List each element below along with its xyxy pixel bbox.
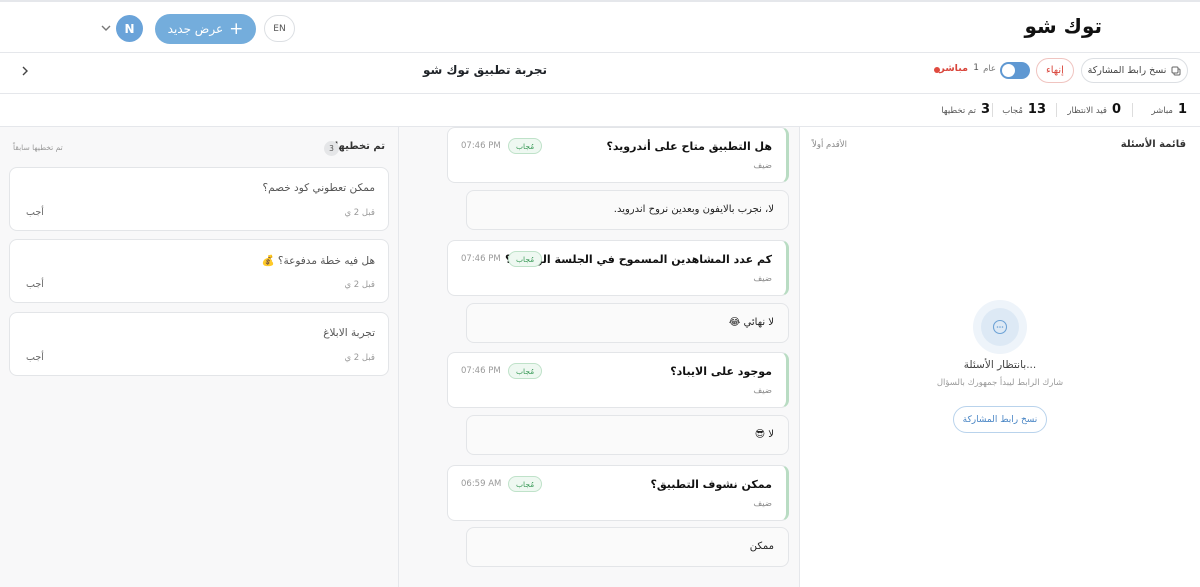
divider — [992, 103, 993, 117]
new-show-label: عرض جديد — [167, 22, 224, 36]
questions-queue-panel: قائمة الأسئلة الأقدم أولاً بانتظار الأسئ… — [799, 127, 1200, 587]
question-time: 06:59 AM — [461, 479, 502, 489]
divider — [1132, 103, 1133, 117]
answered-question-card[interactable]: كم عدد المشاهدين المسموح في الجلسة الواح… — [447, 240, 789, 296]
chevron-down-icon[interactable] — [99, 21, 113, 35]
question-author: ضيف — [753, 161, 772, 171]
copy-share-link-label: نسخ رابط المشاركة — [1087, 65, 1167, 76]
stats-bar: 1 مباشر 0 قيد الانتظار 13 مُجاب 3 تم تخط… — [0, 94, 1200, 127]
skipped-question-card: تجربة الابلاغ قبل 2 ي أجب — [9, 312, 389, 376]
answer-text: ممكن — [749, 541, 774, 552]
divider — [1056, 103, 1057, 117]
toggle-knob — [1002, 64, 1015, 77]
stat-value: 0 — [1111, 102, 1121, 117]
skipped-title: تم تخطيها — [334, 141, 385, 152]
answer-card: لا 😎 — [466, 415, 789, 455]
stat-label: مباشر — [1151, 106, 1173, 116]
show-toolbar: تجربة تطبيق توك شو نسخ رابط المشاركة إنه… — [0, 53, 1200, 94]
skipped-count-badge: 3 — [324, 141, 339, 156]
stat-value: 1 — [1177, 102, 1187, 117]
answered-question-card[interactable]: ممكن نشوف التطبيق؟ ضيف مُجاب 06:59 AM — [447, 465, 789, 521]
skipped-question-text: ممكن تعطوني كود خصم؟ — [262, 182, 375, 194]
answer-text: لا 😎 — [754, 429, 774, 440]
stat-value: 3 — [980, 102, 990, 117]
stat-label: قيد الانتظار — [1067, 106, 1107, 116]
top-bar: توك شو N + عرض جديد EN — [0, 0, 1200, 53]
plus-icon: + — [229, 18, 244, 39]
answer-card: ممكن — [466, 527, 789, 567]
avatar[interactable]: N — [116, 15, 143, 42]
answer-card: لا نهائي 😂 — [466, 303, 789, 343]
end-show-button[interactable]: إنهاء — [1036, 58, 1074, 83]
question-author: ضيف — [753, 499, 772, 509]
stat-value: 13 — [1027, 102, 1046, 117]
live-count: 1 — [973, 63, 979, 73]
empty-state-title: بانتظار الأسئلة... — [963, 359, 1037, 371]
question-author: ضيف — [753, 274, 772, 284]
answer-skipped-button[interactable]: أجب — [26, 207, 44, 218]
public-label: عام — [983, 64, 996, 74]
live-label: مباشر — [939, 63, 968, 74]
queue-title: قائمة الأسئلة — [1120, 139, 1186, 150]
answered-badge: مُجاب — [508, 251, 543, 267]
question-text: موجود على الايباد؟ — [670, 365, 772, 378]
language-toggle-button[interactable]: EN — [264, 15, 295, 42]
question-time: 07:46 PM — [461, 254, 501, 264]
empty-state-badge-inner — [981, 308, 1019, 346]
skipped-question-card: ممكن تعطوني كود خصم؟ قبل 2 ي أجب — [9, 167, 389, 231]
skipped-previously-label: تم تخطيها سابقاً — [13, 143, 63, 152]
copy-share-link-button[interactable]: نسخ رابط المشاركة — [1081, 58, 1188, 83]
stat-pending: 0 قيد الانتظار — [1067, 102, 1121, 117]
skipped-question-time: قبل 2 ي — [344, 208, 375, 218]
answer-skipped-button[interactable]: أجب — [26, 279, 44, 290]
stat-label: تم تخطيها — [941, 106, 976, 116]
empty-state-badge — [973, 300, 1027, 354]
question-text: ممكن نشوف التطبيق؟ — [650, 478, 772, 491]
skipped-question-text: تجربة الابلاغ — [323, 327, 375, 339]
chat-bubble-icon — [992, 319, 1008, 335]
empty-copy-link-button[interactable]: نسخ رابط المشاركة — [953, 406, 1047, 433]
queue-sort-toggle[interactable]: الأقدم أولاً — [812, 140, 847, 150]
stat-live: 1 مباشر — [1151, 102, 1187, 117]
skipped-panel: تم تخطيها 3 تم تخطيها سابقاً ممكن تعطوني… — [0, 127, 399, 587]
stat-answered: 13 مُجاب — [1002, 102, 1046, 117]
empty-state-subtitle: شارك الرابط ليبدأ جمهورك بالسؤال — [936, 378, 1064, 388]
question-time: 07:46 PM — [461, 366, 501, 376]
answered-panel: هل التطبيق متاح على أندرويد؟ ضيف مُجاب 0… — [399, 127, 799, 587]
question-time: 07:46 PM — [461, 141, 501, 151]
answered-badge: مُجاب — [508, 138, 543, 154]
public-toggle[interactable] — [1000, 62, 1030, 79]
answer-skipped-button[interactable]: أجب — [26, 352, 44, 363]
copy-icon — [1171, 66, 1181, 75]
new-show-button[interactable]: + عرض جديد — [155, 14, 256, 44]
skipped-question-time: قبل 2 ي — [344, 280, 375, 290]
answer-text: لا نهائي 😂 — [728, 317, 774, 328]
skipped-question-time: قبل 2 ي — [344, 353, 375, 363]
app-brand: توك شو — [1024, 14, 1102, 38]
answer-text: لا، نجرب بالايفون وبعدين نروح اندرويد. — [613, 204, 774, 215]
live-dot-icon — [934, 67, 940, 73]
skipped-question-text: هل فيه خطة مدفوعة؟ 💰 — [261, 255, 375, 267]
question-text: هل التطبيق متاح على أندرويد؟ — [606, 140, 772, 153]
answered-question-card[interactable]: هل التطبيق متاح على أندرويد؟ ضيف مُجاب 0… — [447, 127, 789, 183]
show-title: تجربة تطبيق توك شو — [422, 63, 548, 77]
answered-badge: مُجاب — [508, 363, 543, 379]
stat-skipped: 3 تم تخطيها — [941, 102, 990, 117]
question-author: ضيف — [753, 386, 772, 396]
stat-label: مُجاب — [1002, 106, 1023, 116]
skipped-question-card: هل فيه خطة مدفوعة؟ 💰 قبل 2 ي أجب — [9, 239, 389, 303]
question-text: كم عدد المشاهدين المسموح في الجلسة الواح… — [504, 253, 772, 266]
answered-question-card[interactable]: موجود على الايباد؟ ضيف مُجاب 07:46 PM — [447, 352, 789, 408]
answer-card: لا، نجرب بالايفون وبعدين نروح اندرويد. — [466, 190, 789, 230]
answered-badge: مُجاب — [508, 476, 543, 492]
